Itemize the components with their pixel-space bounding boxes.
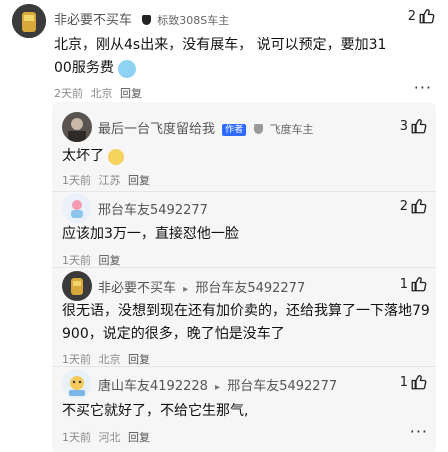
username-text[interactable]: 最后一台飞度留给我 [98,122,215,137]
location: 北京 [90,87,113,100]
reply-text-line1: 很无语，没想到现在还有加价卖的，还给我算了一下落地79 [62,303,430,319]
reply-to-username[interactable]: 邢台车友5492277 [227,379,337,394]
comment-meta: 2天前 北京 回复 [54,85,142,101]
divider [52,267,436,268]
car-owner-badge: 飞度车主 [269,123,314,136]
more-dots-icon[interactable]: ··· [414,78,432,97]
reply-meta: 1天前 回复 [62,252,121,268]
reply-text-content: 太坏了 [62,148,104,164]
reply-meta: 1天前 河北 回复 [62,429,150,445]
like-button[interactable]: 1 [400,373,428,391]
brand-shield-icon [254,124,264,134]
like-button[interactable]: 2 [408,7,436,25]
avatar[interactable] [12,4,46,38]
thumbs-up-icon [411,199,427,214]
avatar[interactable] [62,369,92,399]
reply-username[interactable]: 唐山车友4192228 ▸ 邢台车友5492277 [98,375,337,394]
reply-text-line2: 900，说定的很多，晚了怕是没车了 [62,326,285,342]
reply-text: 很无语，没想到现在还有加价卖的，还给我算了一下落地79 900，说定的很多，晚了… [62,300,438,346]
brand-shield-icon [142,15,152,25]
timestamp: 1天前 [62,353,91,366]
reply-to-username[interactable]: 邢台车友5492277 [195,281,305,296]
like-count: 2 [407,8,416,24]
timestamp: 1天前 [62,174,91,187]
reply-username[interactable]: 最后一台飞度留给我 作者 飞度车主 [98,118,313,137]
like-button[interactable]: 1 [400,275,428,293]
reply-meta: 1天前 江苏 回复 [62,172,150,188]
reply-link[interactable]: 回复 [128,174,150,187]
like-count: 3 [399,118,408,134]
location: 河北 [98,431,121,444]
thumbs-up-icon [411,119,427,134]
reply-username[interactable]: 邢台车友5492277 [98,199,208,218]
username-text[interactable]: 非必要不买车 [54,13,132,28]
reply-link[interactable]: 回复 [128,431,150,444]
emoji-icon [117,59,136,78]
reply-username[interactable]: 非必要不买车 ▸ 邢台车友5492277 [98,277,305,296]
right-triangle-icon: ▸ [215,382,221,393]
avatar[interactable] [62,112,92,142]
thumbs-up-icon [419,9,435,24]
like-button[interactable]: 3 [400,117,428,135]
more-dots-icon[interactable]: ··· [410,422,428,441]
location: 江苏 [98,174,121,187]
timestamp: 1天前 [62,431,91,444]
reply-link[interactable]: 回复 [120,87,142,100]
comment-text-line2: 00服务费 [54,60,114,76]
like-count: 1 [399,276,408,292]
avatar[interactable] [62,271,92,301]
right-triangle-icon: ▸ [183,284,189,295]
like-button[interactable]: 2 [400,197,428,215]
comment-username[interactable]: 非必要不买车 标致308S车主 [54,9,229,28]
timestamp: 2天前 [54,87,83,100]
like-count: 2 [399,198,408,214]
divider [52,191,436,192]
username-text[interactable]: 唐山车友4192228 [98,379,208,394]
reply-text: 应该加3万一，直接怼他一脸 [62,226,239,242]
thumbs-up-icon [411,375,427,390]
reply-meta: 1天前 北京 回复 [62,351,150,367]
reply-text: 不买它就好了，不给它生那气, [62,403,249,419]
reply-link[interactable]: 回复 [128,353,150,366]
username-text[interactable]: 邢台车友5492277 [98,203,208,218]
car-owner-badge: 标致308S车主 [157,14,230,27]
divider [52,366,436,367]
reply-text: 太坏了 [62,145,124,168]
comment-text-line1: 北京，刚从4s出来，没有展车， 说可以预定，要加31 [54,37,387,53]
username-text[interactable]: 非必要不买车 [98,281,176,296]
location: 北京 [98,353,121,366]
comment-text: 北京，刚从4s出来，没有展车， 说可以预定，要加31 00服务费 [54,34,438,80]
reply-link[interactable]: 回复 [99,254,121,267]
author-tag: 作者 [222,123,247,136]
thumbs-up-icon [411,277,427,292]
timestamp: 1天前 [62,254,91,267]
avatar[interactable] [62,193,92,223]
like-count: 1 [399,374,408,390]
emoji-icon [108,148,124,165]
